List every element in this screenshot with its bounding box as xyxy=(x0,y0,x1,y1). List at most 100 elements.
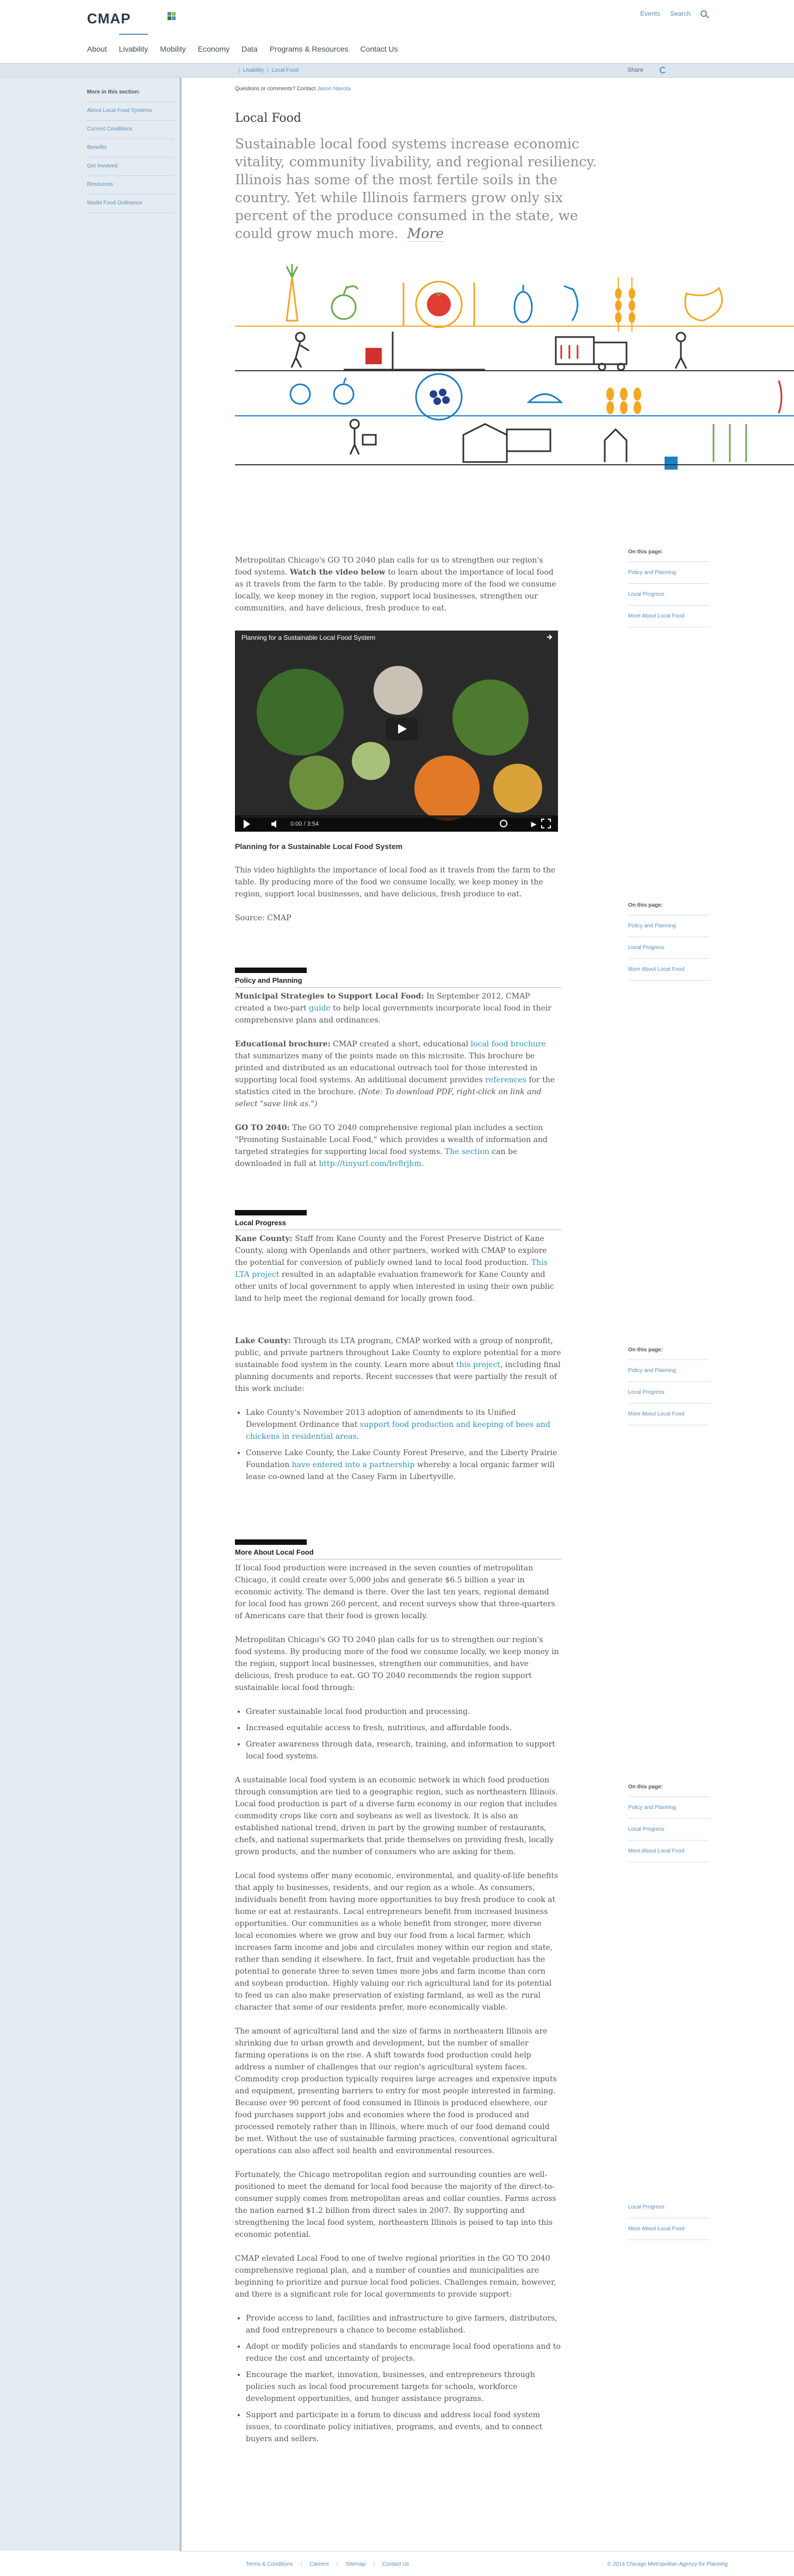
video-callout: Watch the video below xyxy=(290,568,386,577)
nav-mobility[interactable]: Mobility xyxy=(160,45,185,59)
nav-livability[interactable]: Livability xyxy=(119,34,148,59)
search-icon[interactable] xyxy=(700,10,707,17)
sidebar-item-model-food-ordinance[interactable]: Model Food Ordinance xyxy=(87,195,174,213)
apple-blue-icon xyxy=(333,377,355,405)
text-label: Educational brochure: xyxy=(235,1040,331,1049)
footer-separator: | xyxy=(336,2561,338,2567)
list-item: Encourage the market, innovation, busine… xyxy=(246,2369,561,2405)
on-this-page-policy[interactable]: Policy and Planning xyxy=(628,562,710,584)
brochure-link[interactable]: local food brochure xyxy=(471,1040,546,1049)
intro-paragraph: Metropolitan Chicago's GO TO 2040 plan c… xyxy=(235,554,561,626)
list-item: Conserve Lake County, the Lake County Fo… xyxy=(246,1447,561,1483)
on-this-page-progress[interactable]: Local Progress xyxy=(628,937,710,959)
share-label[interactable]: Share xyxy=(628,67,643,73)
on-this-page-nav: On this page: Policy and Planning Local … xyxy=(628,1784,710,1862)
on-this-page-more[interactable]: More About Local Food xyxy=(628,1404,710,1425)
harvester-icon xyxy=(674,332,687,369)
on-this-page-more[interactable]: More About Local Food xyxy=(628,606,710,627)
logo-mark-icon xyxy=(168,12,176,21)
recommendations-list: Greater sustainable local food productio… xyxy=(246,1706,561,1762)
nav-contact-us[interactable]: Contact Us xyxy=(360,45,398,59)
on-this-page-title: On this page: xyxy=(628,902,710,915)
this-project-link[interactable]: this project xyxy=(456,1361,500,1369)
breadcrumb-local-food[interactable]: Local Food xyxy=(272,67,299,73)
footer-sitemap-link[interactable]: Sitemap xyxy=(346,2561,366,2567)
footer-links: Terms & Conditions | Careers | Sitemap |… xyxy=(246,2561,409,2567)
food-system-illustration xyxy=(235,264,794,470)
paragraph: GO TO 2040: The GO TO 2040 comprehensive… xyxy=(235,1122,561,1170)
video-player[interactable]: Planning for a Sustainable Local Food Sy… xyxy=(235,631,558,832)
sidebar-item-current-conditions[interactable]: Current Conditions xyxy=(87,121,174,139)
list-item: Increased equitable access to fresh, nut… xyxy=(246,1722,561,1734)
market-stall-icon xyxy=(555,336,595,365)
section-link[interactable]: The section xyxy=(445,1147,489,1156)
video-title[interactable]: Planning for a Sustainable Local Food Sy… xyxy=(241,634,375,641)
on-this-page-policy[interactable]: Policy and Planning xyxy=(628,915,710,937)
lettuce-icon xyxy=(289,383,311,405)
paragraph: Metropolitan Chicago's GO TO 2040 plan c… xyxy=(235,1636,559,1692)
play-icon[interactable] xyxy=(241,819,252,829)
corn-icon xyxy=(606,388,641,414)
on-this-page-progress[interactable]: Local Progress xyxy=(628,584,710,606)
paragraph: Lake County: Through its LTA program, CM… xyxy=(235,1335,561,1395)
text-span: . xyxy=(421,1159,424,1168)
nav-data[interactable]: Data xyxy=(241,45,258,59)
cmap-logo[interactable]: CMAP xyxy=(87,10,131,27)
footer-contact-link[interactable]: Contact Us xyxy=(382,2561,409,2567)
bird-icon xyxy=(526,393,563,403)
volume-icon[interactable] xyxy=(270,819,281,829)
breadcrumb-separator: | xyxy=(238,67,240,73)
play-button[interactable] xyxy=(386,718,418,740)
truck-icon xyxy=(593,341,628,371)
shopper-icon xyxy=(349,419,360,455)
events-link[interactable]: Events xyxy=(640,10,660,17)
settings-gear-icon[interactable] xyxy=(498,818,509,829)
on-this-page-more[interactable]: More About Local Food xyxy=(628,959,710,981)
share-control: Share xyxy=(628,67,666,73)
on-this-page-more[interactable]: More About Local Food xyxy=(628,2218,710,2240)
text-label: Kane County: xyxy=(235,1234,293,1243)
nav-programs-resources[interactable]: Programs & Resources xyxy=(270,45,349,59)
on-this-page-nav: On this page: Policy and Planning Local … xyxy=(628,902,710,981)
paragraph: Local food systems offer many economic, … xyxy=(235,1872,559,2012)
on-this-page-policy[interactable]: Policy and Planning xyxy=(628,1797,710,1819)
apple-icon xyxy=(331,285,359,320)
sidebar-item-benefits[interactable]: Benefits xyxy=(87,139,174,158)
on-this-page-progress[interactable]: Local Progress xyxy=(628,1382,710,1404)
share-icon[interactable] xyxy=(660,67,666,73)
on-this-page-more[interactable]: More About Local Food xyxy=(628,1841,710,1862)
intro-more-link[interactable]: More xyxy=(407,226,444,242)
breadcrumb-livability[interactable]: Livability xyxy=(243,67,264,73)
sidebar-item-about-local-food-systems[interactable]: About Local Food Systems xyxy=(87,102,174,121)
paragraph: Fortunately, the Chicago metropolitan re… xyxy=(235,2170,556,2239)
on-this-page-title: On this page: xyxy=(628,1784,710,1797)
sidebar-item-resources[interactable]: Resources xyxy=(87,176,174,195)
footer-terms-link[interactable]: Terms & Conditions xyxy=(246,2561,293,2567)
paragraph: Educational brochure: CMAP created a sho… xyxy=(235,1038,561,1110)
section-sidebar: More in this section: About Local Food S… xyxy=(87,87,174,213)
partnership-link[interactable]: have entered into a partnership xyxy=(292,1461,415,1469)
tinyurl-link[interactable]: http://tinyurl.com/bv8rjhm xyxy=(319,1159,421,1168)
paragraph: The amount of agricultural land and the … xyxy=(235,2027,557,2155)
on-this-page-progress[interactable]: Local Progress xyxy=(628,2204,710,2218)
on-this-page-progress[interactable]: Local Progress xyxy=(628,1819,710,1841)
utility-links: Events Search xyxy=(640,10,707,17)
contact-link[interactable]: Jason Navota. xyxy=(317,86,352,92)
list-item: Adopt or modify policies and standards t… xyxy=(246,2341,561,2365)
sidebar-item-get-involved[interactable]: Get Involved xyxy=(87,158,174,176)
search-link[interactable]: Search xyxy=(670,10,691,17)
references-link[interactable]: references xyxy=(485,1076,526,1084)
youtube-logo[interactable]: ▶ xyxy=(531,820,536,828)
on-this-page-nav: On this page: Policy and Planning Local … xyxy=(628,1347,710,1425)
share-icon[interactable] xyxy=(546,633,554,641)
nav-about[interactable]: About xyxy=(87,45,107,59)
copyright: © 2014 Chicago Metropolitan Agency for P… xyxy=(607,2561,728,2567)
fullscreen-icon[interactable] xyxy=(541,818,551,829)
footer-careers-link[interactable]: Careers xyxy=(309,2561,329,2567)
nav-economy[interactable]: Economy xyxy=(198,45,229,59)
footer-separator: | xyxy=(300,2561,302,2567)
on-this-page-policy[interactable]: Policy and Planning xyxy=(628,1360,710,1382)
seedling-tray-icon xyxy=(506,428,551,452)
guide-link[interactable]: guide xyxy=(309,1004,331,1013)
progress-list: Lake County's November 2013 adoption of … xyxy=(246,1407,561,1483)
